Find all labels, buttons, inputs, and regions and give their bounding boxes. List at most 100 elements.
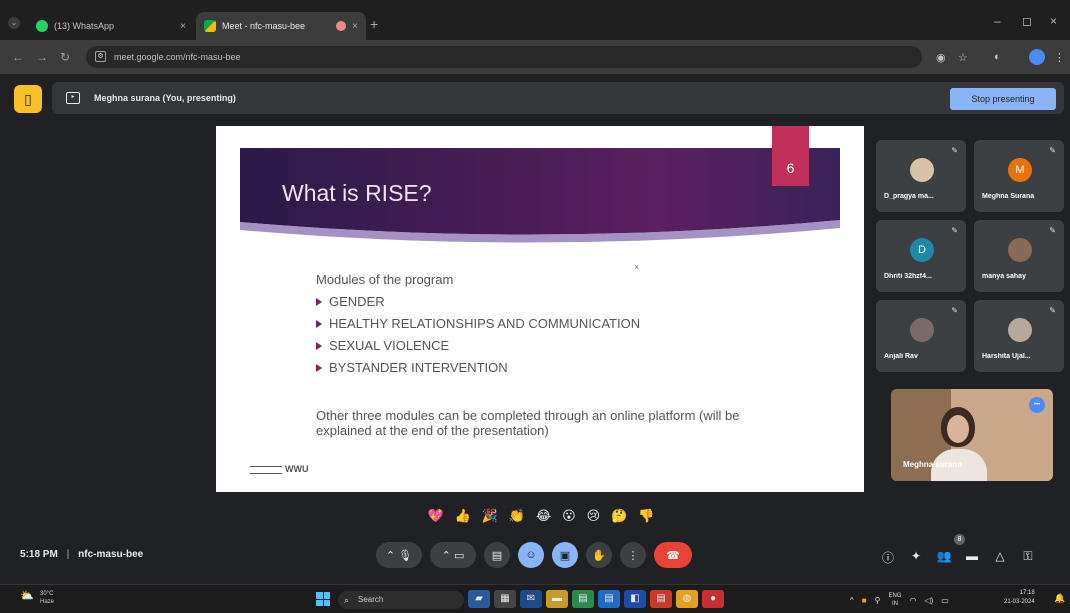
language-indicator[interactable]: ENG IN — [888, 592, 901, 608]
speaking-indicator-icon: ••• — [1029, 397, 1045, 413]
participant-tile[interactable]: ✎ D_pragya ma... — [876, 140, 966, 212]
reaction-surprised-icon[interactable]: 😮 — [562, 508, 576, 524]
new-tab-button[interactable]: + — [370, 16, 378, 32]
notifications-icon[interactable]: 🔔 — [1054, 593, 1065, 604]
reaction-sad-icon[interactable]: 😢 — [587, 508, 601, 524]
captions-button[interactable]: ▤ — [484, 542, 510, 568]
raise-hand-button[interactable]: ✋ — [586, 542, 612, 568]
file-explorer-icon[interactable]: ▬ — [546, 590, 568, 608]
hang-up-icon: ☎ — [666, 549, 680, 562]
participant-tile[interactable]: ✎ M Meghna Surana — [974, 140, 1064, 212]
pin-icon[interactable]: ✎ — [1049, 146, 1056, 155]
reaction-clap-icon[interactable]: 👏 — [509, 508, 525, 524]
search-placeholder: Search — [358, 595, 384, 604]
site-info-icon[interactable]: ⚙ — [95, 51, 106, 62]
tab-search-icon[interactable]: ⌄ — [8, 17, 20, 29]
logo-text: WWU — [285, 464, 309, 474]
pin-icon[interactable]: ✎ — [951, 146, 958, 155]
wifi-icon[interactable]: ◠ — [909, 596, 916, 605]
tray-location-icon[interactable]: ⚲ — [875, 596, 881, 605]
self-view-face — [947, 415, 969, 443]
meet-favicon-icon — [204, 20, 216, 32]
taskbar-widget-icon[interactable]: ▰ — [468, 590, 490, 608]
taskbar-apps: ▰ ▦ ✉ ▬ ▤ ▤ ◧ ▤ ◍ ● — [468, 590, 728, 608]
task-view-icon[interactable]: ▦ — [494, 590, 516, 608]
slide-title: What is RISE? — [282, 180, 432, 206]
pin-icon[interactable]: ✎ — [1049, 306, 1056, 315]
emoji-button[interactable]: ☺ — [518, 542, 544, 568]
pin-icon[interactable]: ✎ — [951, 226, 958, 235]
reaction-heart-icon[interactable]: 💖 — [427, 508, 443, 524]
url-text: meet.google.com/nfc-masu-bee — [114, 52, 241, 62]
camera-button[interactable]: ⌃ ▭ — [430, 542, 476, 568]
minimize-button[interactable]: – — [994, 14, 1001, 28]
bullet-arrow-icon — [316, 297, 322, 306]
pin-icon[interactable]: ✎ — [951, 306, 958, 315]
app-icon[interactable]: ● — [702, 590, 724, 608]
extensions-icon[interactable]: ◐ — [994, 51, 1001, 63]
chrome-icon[interactable]: ◍ — [676, 590, 698, 608]
weather-widget[interactable]: 30°C Haze — [40, 590, 54, 606]
menu-kebab-icon[interactable]: ⋮ — [1054, 51, 1065, 64]
info-icon[interactable]: ⓘ — [874, 549, 902, 566]
people-icon[interactable]: 👥 — [930, 549, 958, 566]
self-view-tile[interactable]: ••• Meghna surana — [891, 389, 1053, 481]
participant-tile[interactable]: ✎ D Dhriti 32hzf4... — [876, 220, 966, 292]
pin-icon[interactable]: ✎ — [1049, 226, 1056, 235]
profile-avatar[interactable] — [1029, 49, 1045, 65]
excel-icon[interactable]: ▤ — [572, 590, 594, 608]
battery-icon[interactable]: ▭ — [941, 596, 949, 605]
module-item: SEXUAL VIOLENCE — [316, 338, 640, 353]
chat-icon[interactable]: ▬ — [958, 549, 986, 566]
module-item: BYSTANDER INTERVENTION — [316, 360, 640, 375]
tab-meet[interactable]: Meet - nfc-masu-bee × — [196, 12, 366, 40]
present-now-button[interactable]: ▣ — [552, 542, 578, 568]
host-controls-icon[interactable]: ✦ — [902, 549, 930, 566]
reload-icon[interactable]: ↻ — [60, 50, 70, 64]
microphone-button[interactable]: ⌃ 🎙 — [376, 542, 422, 568]
word-icon[interactable]: ▤ — [598, 590, 620, 608]
url-input[interactable]: ⚙ meet.google.com/nfc-masu-bee — [86, 46, 922, 68]
weather-icon[interactable]: ⛅ — [20, 589, 34, 602]
forward-icon[interactable]: → — [36, 50, 48, 64]
tab-whatsapp[interactable]: (13) WhatsApp × — [28, 12, 194, 40]
participant-name: Anjali Rav — [884, 353, 918, 360]
system-tray: ^ ■ ⚲ ENG IN ◠ ◁) ▭ — [850, 592, 949, 608]
stop-presenting-button[interactable]: Stop presenting — [950, 88, 1056, 110]
participant-tile[interactable]: ✎ Harshita Ujal... — [974, 300, 1064, 372]
captions-icon: ▤ — [491, 549, 503, 562]
reaction-laugh-icon[interactable]: 😂 — [536, 508, 551, 524]
participant-name: Dhriti 32hzf4... — [884, 273, 932, 280]
avatar — [910, 318, 934, 342]
close-window-button[interactable]: × — [1050, 14, 1057, 28]
bookmark-star-icon[interactable]: ☆ — [958, 51, 968, 64]
participant-tile[interactable]: ✎ Anjali Rav — [876, 300, 966, 372]
more-options-button[interactable]: ⋮ — [620, 542, 646, 568]
reaction-thinking-icon[interactable]: 🤔 — [611, 508, 627, 524]
taskbar-clock[interactable]: 17:18 21-03-2024 — [1004, 589, 1035, 607]
taskbar-search-input[interactable]: ⌕ Search — [338, 591, 464, 609]
windows-start-icon[interactable] — [316, 592, 330, 606]
mail-icon[interactable]: ✉ — [520, 590, 542, 608]
back-icon[interactable]: ← — [12, 50, 24, 64]
tab-close-icon[interactable]: × — [352, 21, 358, 32]
activities-icon[interactable]: △ — [986, 549, 1014, 566]
more-vertical-icon: ⋮ — [627, 549, 639, 562]
outlook-icon[interactable]: ◧ — [624, 590, 646, 608]
microphone-icon: 🎙 — [398, 549, 413, 562]
avatar: D — [910, 238, 934, 262]
volume-icon[interactable]: ◁) — [924, 596, 933, 605]
slide-number: 6 — [772, 126, 809, 186]
lock-icon[interactable]: ⚿ — [1014, 549, 1042, 566]
reaction-thumbs-down-icon[interactable]: 👎 — [638, 508, 654, 524]
tray-app-icon[interactable]: ■ — [862, 596, 867, 605]
participant-tile[interactable]: ✎ manya sahay — [974, 220, 1064, 292]
reaction-thumbs-up-icon[interactable]: 👍 — [455, 508, 471, 524]
tab-close-icon[interactable]: × — [180, 21, 186, 32]
powerpoint-icon[interactable]: ▤ — [650, 590, 672, 608]
reaction-party-icon[interactable]: 🎉 — [482, 508, 498, 524]
leave-call-button[interactable]: ☎ — [654, 542, 692, 568]
maximize-button[interactable]: ◻ — [1022, 14, 1032, 28]
camera-in-use-icon[interactable]: ◉ — [936, 51, 946, 64]
chevron-up-icon[interactable]: ^ — [850, 596, 854, 605]
